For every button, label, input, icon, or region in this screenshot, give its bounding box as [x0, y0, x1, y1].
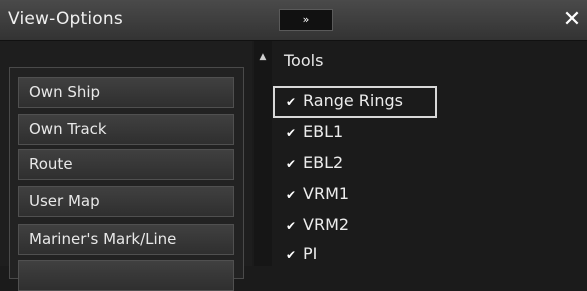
checkbox-checked-icon[interactable]: ✔ — [286, 189, 298, 201]
window-titlebar: View-Options » ✕ — [0, 0, 587, 41]
checkbox-checked-icon[interactable]: ✔ — [286, 220, 298, 232]
tool-item-ebl2[interactable]: ✔ EBL2 — [286, 151, 343, 175]
menu-item-own-ship[interactable]: Own Ship — [18, 77, 234, 108]
checkbox-checked-icon[interactable]: ✔ — [286, 158, 298, 170]
checkbox-checked-icon[interactable]: ✔ — [286, 127, 298, 139]
tool-item-range-rings[interactable]: ✔ Range Rings — [286, 89, 403, 113]
tools-section-title: Tools — [284, 51, 324, 70]
tool-label: VRM2 — [303, 215, 350, 234]
tool-item-vrm2[interactable]: ✔ VRM2 — [286, 213, 349, 237]
tool-label: EBL1 — [303, 122, 344, 141]
tool-label: PI — [303, 244, 318, 263]
menu-item-route[interactable]: Route — [18, 149, 234, 180]
expand-button[interactable]: » — [279, 9, 333, 31]
tool-item-pi[interactable]: ✔ PI — [286, 242, 317, 266]
scrollbar[interactable] — [254, 41, 272, 266]
menu-item-mariners-mark-line[interactable]: Mariner's Mark/Line — [18, 224, 234, 255]
tool-item-ebl1[interactable]: ✔ EBL1 — [286, 120, 343, 144]
scroll-up-icon[interactable]: ▲ — [256, 50, 270, 64]
checkbox-checked-icon[interactable]: ✔ — [286, 249, 298, 261]
checkbox-checked-icon[interactable]: ✔ — [286, 96, 298, 108]
tool-item-vrm1[interactable]: ✔ VRM1 — [286, 182, 349, 206]
menu-item-user-map[interactable]: User Map — [18, 186, 234, 217]
tool-label: VRM1 — [303, 184, 350, 203]
window-title: View-Options — [8, 9, 123, 29]
tool-label: Range Rings — [303, 91, 403, 110]
menu-item-partial[interactable] — [18, 260, 234, 291]
menu-item-own-track[interactable]: Own Track — [18, 114, 234, 145]
close-button[interactable]: ✕ — [560, 8, 584, 32]
tool-label: EBL2 — [303, 153, 344, 172]
